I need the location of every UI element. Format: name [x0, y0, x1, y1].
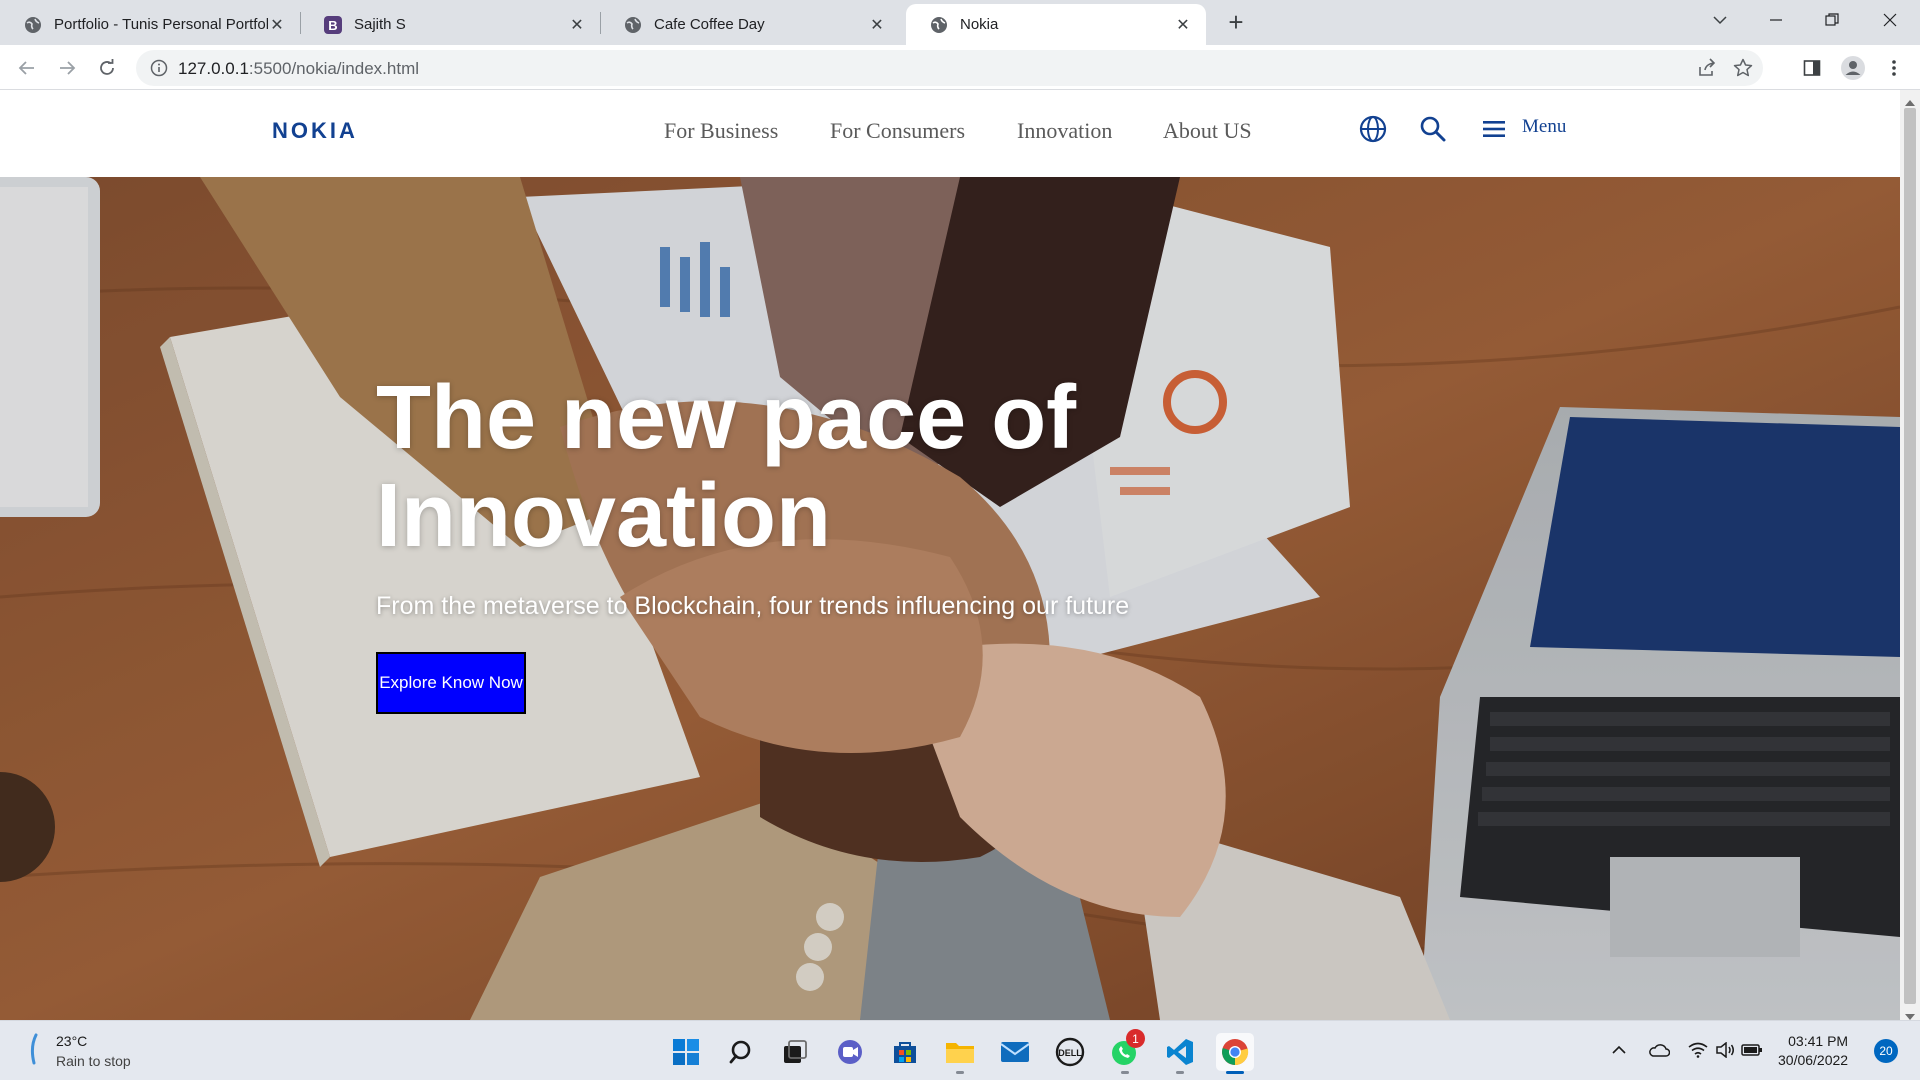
site-info-icon[interactable]	[150, 59, 168, 82]
notification-badge[interactable]: 20	[1874, 1039, 1898, 1063]
windows-taskbar: 23°C Rain to stop DELL 1 03:41 PM 30/06/…	[0, 1020, 1920, 1080]
url-path: :5500/nokia/index.html	[248, 59, 420, 78]
nav-innovation[interactable]: Innovation	[1017, 118, 1112, 144]
site-header: NOKIA For Business For Consumers Innovat…	[0, 90, 1900, 177]
hero-title-line1: The new pace of	[376, 368, 1077, 468]
forward-button[interactable]	[52, 53, 82, 83]
teams-chat-icon[interactable]	[831, 1033, 869, 1071]
close-icon[interactable]: ✕	[268, 16, 286, 34]
unread-badge: 1	[1126, 1029, 1145, 1048]
page-scrollbar[interactable]	[1900, 90, 1920, 1020]
svg-text:DELL: DELL	[1058, 1048, 1082, 1058]
tab-nokia[interactable]: Nokia ✕	[906, 4, 1206, 45]
url-text[interactable]: 127.0.0.1:5500/nokia/index.html	[178, 59, 419, 79]
onedrive-cloud-icon[interactable]	[1648, 1039, 1670, 1061]
chevron-up-icon[interactable]	[1608, 1039, 1630, 1061]
nav-for-consumers[interactable]: For Consumers	[830, 118, 965, 144]
minimize-button[interactable]	[1748, 0, 1804, 40]
back-button[interactable]	[12, 53, 42, 83]
bookmark-star-icon[interactable]	[1733, 58, 1753, 83]
hamburger-menu-icon[interactable]	[1479, 114, 1509, 144]
close-icon[interactable]: ✕	[1174, 16, 1192, 34]
new-tab-button[interactable]: +	[1222, 7, 1250, 37]
tab-title: Cafe Coffee Day	[654, 16, 765, 33]
windows-start-icon[interactable]	[667, 1033, 705, 1071]
nav-for-business[interactable]: For Business	[664, 118, 778, 144]
active-indicator	[1226, 1071, 1244, 1074]
menu-label[interactable]: Menu	[1522, 116, 1566, 138]
nokia-logo[interactable]: NOKIA	[272, 118, 412, 147]
running-indicator	[1121, 1071, 1129, 1074]
restore-button[interactable]	[1804, 0, 1860, 40]
tab-title: Sajith S	[354, 16, 406, 33]
wifi-icon[interactable]	[1687, 1039, 1709, 1061]
tab-strip: Portfolio - Tunis Personal Portfolio ✕ B…	[0, 0, 1920, 45]
kebab-menu-icon[interactable]	[1879, 53, 1909, 83]
hero-title: The new pace of Innovation	[376, 369, 1136, 565]
explore-button[interactable]: Explore Know Now	[376, 652, 526, 714]
tab-search-chevron-icon[interactable]	[1692, 0, 1748, 40]
browser-toolbar: 127.0.0.1:5500/nokia/index.html	[0, 45, 1920, 90]
address-bar[interactable]: 127.0.0.1:5500/nokia/index.html	[136, 50, 1763, 86]
tab-cafe-coffee-day[interactable]: Cafe Coffee Day ✕	[600, 4, 900, 45]
weather-desc: Rain to stop	[56, 1053, 131, 1069]
running-indicator	[1176, 1071, 1184, 1074]
url-host: 127.0.0.1	[178, 59, 249, 78]
weather-temp: 23°C	[56, 1033, 88, 1049]
system-clock[interactable]: 03:41 PM 30/06/2022	[1778, 1032, 1848, 1070]
profile-avatar-icon[interactable]	[1838, 53, 1868, 83]
logo-text: NOKIA	[272, 118, 358, 142]
clock-time: 03:41 PM	[1788, 1033, 1849, 1049]
close-icon[interactable]: ✕	[568, 16, 586, 34]
page-viewport: NOKIA For Business For Consumers Innovat…	[0, 90, 1900, 1020]
microsoft-store-icon[interactable]	[886, 1033, 924, 1071]
clock-date: 30/06/2022	[1778, 1052, 1849, 1068]
side-panel-icon[interactable]	[1797, 53, 1827, 83]
close-window-button[interactable]	[1862, 0, 1918, 40]
rain-weather-icon	[26, 1033, 42, 1070]
file-explorer-icon[interactable]	[941, 1033, 979, 1074]
hero-section: The new pace of Innovation From the meta…	[0, 177, 1900, 1020]
globe-icon	[24, 16, 42, 34]
task-view-icon[interactable]	[776, 1033, 814, 1071]
search-icon[interactable]	[722, 1033, 760, 1071]
mail-icon[interactable]	[996, 1033, 1034, 1071]
battery-icon[interactable]	[1741, 1039, 1763, 1061]
share-icon[interactable]	[1697, 58, 1717, 83]
vscode-icon[interactable]	[1161, 1033, 1199, 1074]
chrome-icon[interactable]	[1216, 1033, 1254, 1074]
tab-sajith[interactable]: B Sajith S ✕	[300, 4, 600, 45]
search-icon[interactable]	[1418, 114, 1448, 144]
whatsapp-icon[interactable]: 1	[1106, 1029, 1145, 1074]
close-icon[interactable]: ✕	[868, 16, 886, 34]
volume-icon[interactable]	[1714, 1039, 1736, 1061]
weather-widget[interactable]: 23°C Rain to stop	[26, 1031, 131, 1071]
tab-title: Nokia	[960, 16, 999, 33]
scroll-thumb[interactable]	[1904, 108, 1916, 1004]
reload-button[interactable]	[92, 53, 122, 83]
svg-text:B: B	[328, 18, 337, 33]
dell-icon[interactable]: DELL	[1051, 1033, 1089, 1071]
bootstrap-icon: B	[324, 15, 342, 34]
hero-subtitle: From the metaverse to Blockchain, four t…	[376, 592, 1130, 620]
hero-title-line2: Innovation	[376, 466, 831, 566]
globe-icon[interactable]	[1358, 114, 1388, 144]
tab-portfolio[interactable]: Portfolio - Tunis Personal Portfolio ✕	[0, 4, 300, 45]
tab-title: Portfolio - Tunis Personal Portfolio	[54, 16, 268, 33]
nav-about-us[interactable]: About US	[1163, 118, 1252, 144]
globe-icon	[930, 16, 948, 34]
running-indicator	[956, 1071, 964, 1074]
globe-icon	[624, 16, 642, 34]
